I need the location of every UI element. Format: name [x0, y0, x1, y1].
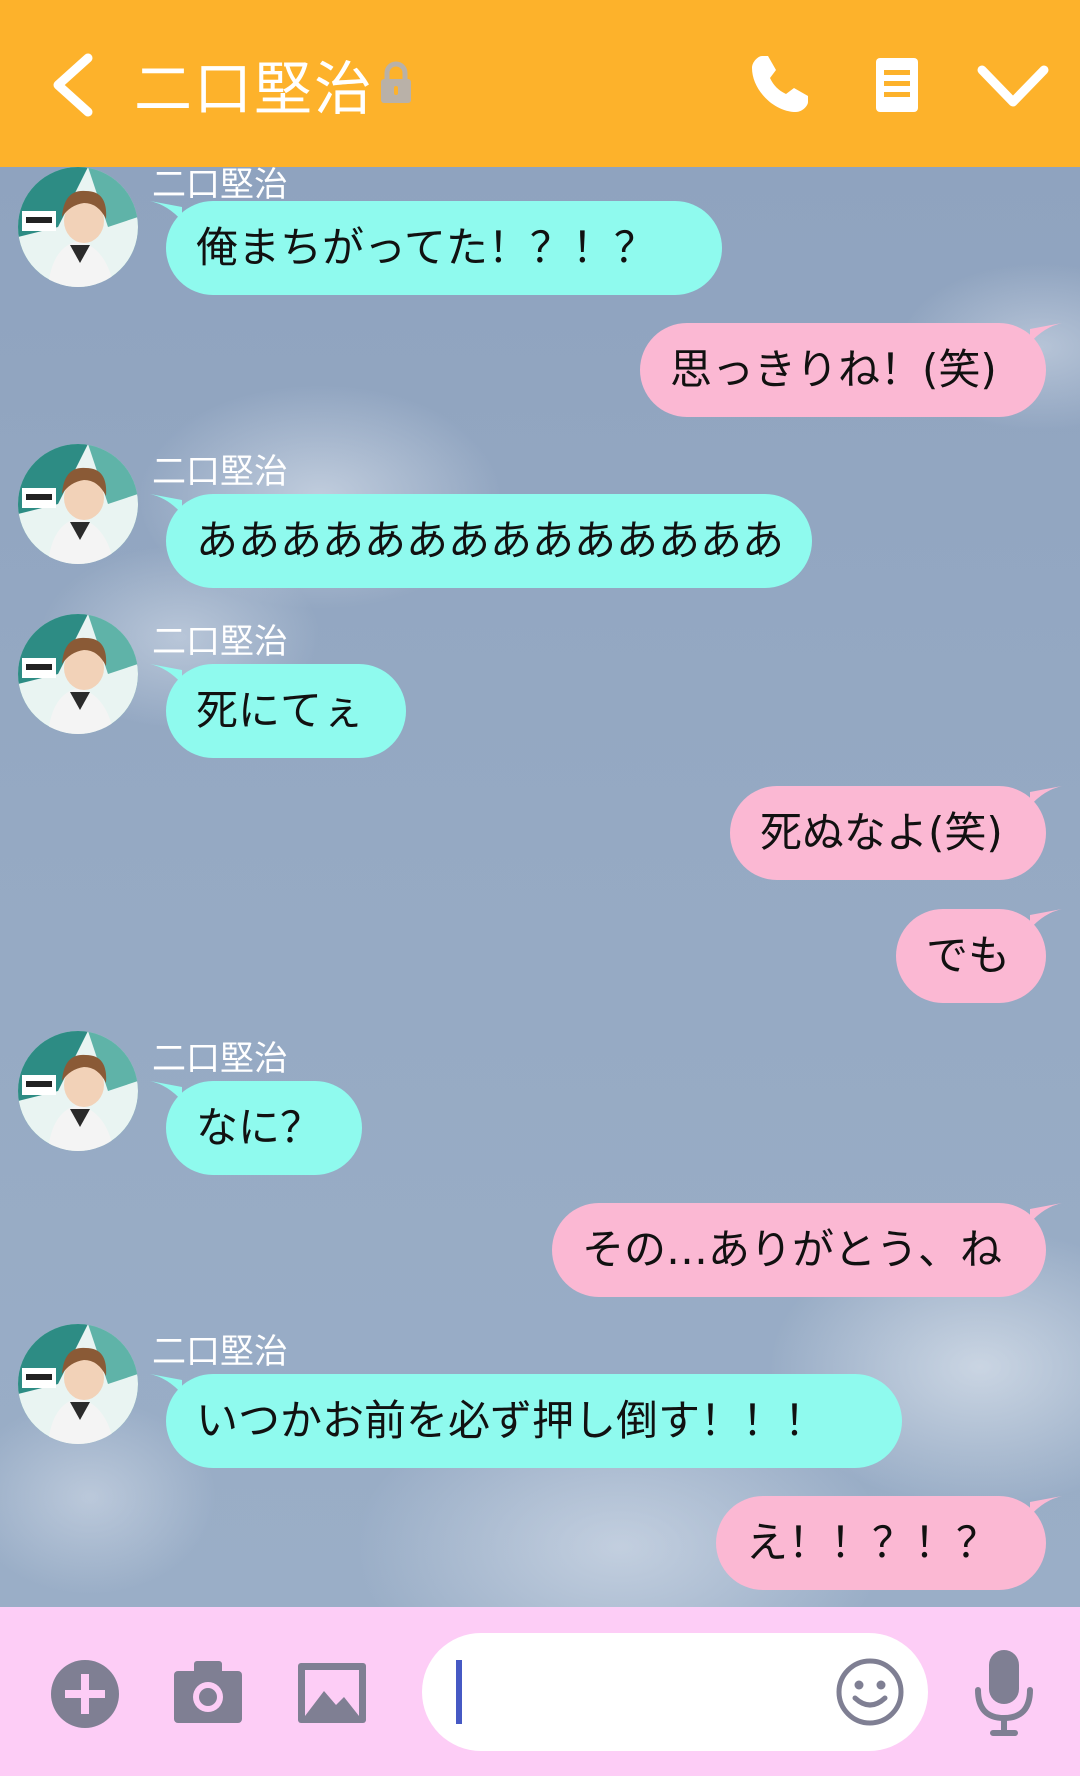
sender-name: 二口堅治 — [152, 1039, 288, 1079]
outgoing-message-bubble[interactable]: 思っきりね！(笑) — [640, 323, 1046, 417]
image-icon[interactable] — [296, 1661, 368, 1725]
sender-name: 二口堅治 — [152, 1332, 288, 1372]
chevron-down-icon[interactable] — [976, 62, 1050, 112]
avatar[interactable] — [18, 614, 138, 734]
sender-name: 二口堅治 — [152, 622, 288, 662]
contact-name[interactable]: 二口堅治 — [134, 42, 374, 126]
incoming-message-bubble[interactable]: 俺まちがってた！？！？ — [166, 201, 722, 295]
emoji-icon[interactable] — [836, 1658, 904, 1726]
chevron-left-icon[interactable] — [44, 50, 104, 120]
incoming-message-bubble[interactable]: いつかお前を必ず押し倒す！！！ — [166, 1374, 902, 1468]
lock-icon — [381, 61, 411, 103]
text-caret — [456, 1660, 462, 1724]
outgoing-message-bubble[interactable]: 死ぬなよ(笑) — [730, 786, 1046, 880]
chat-header: 二口堅治 — [0, 0, 1080, 167]
chat-area[interactable]: 二口堅治 俺まちがってた！？！？ 思っきりね！(笑) 二口堅治 ああああああああああああ… — [0, 167, 1080, 1607]
incoming-message-bubble[interactable]: 死にてぇ — [166, 664, 406, 758]
plus-icon[interactable] — [50, 1659, 120, 1729]
outgoing-message-bubble[interactable]: え！！？！？ — [716, 1496, 1046, 1590]
sender-name: 二口堅治 — [152, 452, 288, 492]
avatar[interactable] — [18, 1324, 138, 1444]
outgoing-message-bubble[interactable]: その…ありがとう、ね — [552, 1203, 1046, 1297]
incoming-message-bubble[interactable]: ああああああああああああああ — [166, 494, 812, 588]
notes-icon[interactable] — [874, 56, 920, 114]
mic-icon[interactable] — [972, 1648, 1036, 1738]
avatar[interactable] — [18, 167, 138, 287]
avatar[interactable] — [18, 1031, 138, 1151]
incoming-message-bubble[interactable]: なに？ — [166, 1081, 362, 1175]
phone-icon[interactable] — [748, 52, 812, 116]
outgoing-message-bubble[interactable]: でも — [896, 909, 1046, 1003]
camera-icon[interactable] — [172, 1659, 244, 1725]
avatar[interactable] — [18, 444, 138, 564]
